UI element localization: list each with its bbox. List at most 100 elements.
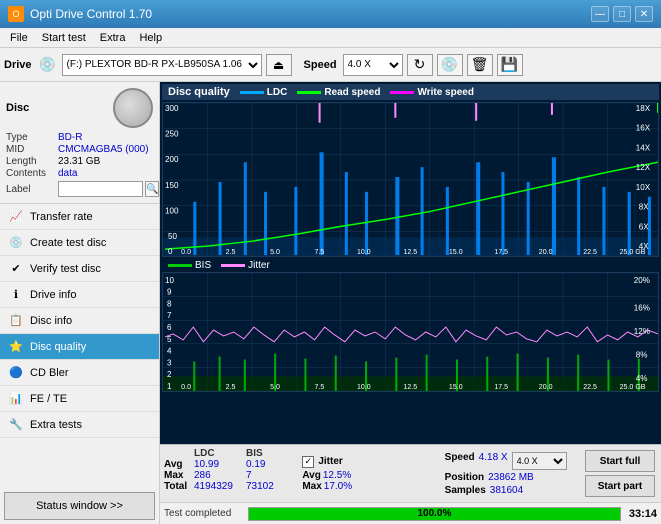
window-controls[interactable]: — □ ✕: [591, 6, 653, 22]
sidebar-item-extra-tests[interactable]: 🔧 Extra tests: [0, 412, 159, 438]
drive-icon: 💿: [38, 55, 58, 75]
svg-text:0.0: 0.0: [181, 384, 191, 391]
length-key: Length: [6, 156, 56, 167]
jitter-legend-color: [221, 264, 245, 267]
jitter-avg-label: Avg: [302, 470, 321, 481]
svg-text:17.5: 17.5: [494, 249, 508, 256]
disc-button[interactable]: 💿: [437, 54, 463, 76]
max-ldc: 286: [194, 470, 244, 481]
maximize-button[interactable]: □: [613, 6, 631, 22]
cd-bler-label: CD Bler: [30, 367, 69, 379]
minimize-button[interactable]: —: [591, 6, 609, 22]
start-part-button[interactable]: Start part: [585, 475, 655, 497]
avg-bis: 0.19: [246, 459, 296, 470]
max-label: Max: [164, 470, 192, 481]
create-test-label: Create test disc: [30, 237, 106, 249]
write-speed-color: [390, 91, 414, 94]
svg-text:200: 200: [165, 155, 179, 164]
position-label: Position: [445, 472, 484, 483]
menu-start-test[interactable]: Start test: [36, 31, 92, 45]
svg-text:8X: 8X: [639, 203, 650, 212]
svg-text:20.0: 20.0: [539, 384, 553, 391]
svg-text:6: 6: [167, 323, 172, 332]
svg-text:12%: 12%: [634, 327, 650, 336]
total-bis: 73102: [246, 481, 296, 492]
svg-text:5.0: 5.0: [270, 249, 280, 256]
sidebar-item-disc-info[interactable]: 📋 Disc info: [0, 308, 159, 334]
disc-quality-label: Disc quality: [30, 341, 86, 353]
svg-text:7: 7: [167, 311, 172, 320]
sidebar-item-create-test-disc[interactable]: 💿 Create test disc: [0, 230, 159, 256]
menu-help[interactable]: Help: [133, 31, 168, 45]
save-button[interactable]: 💾: [497, 54, 523, 76]
extra-tests-label: Extra tests: [30, 419, 82, 431]
lower-chart-svg: 10 9 8 7 6 5 4 3 2 1 20% 16% 12% 8% 4%: [163, 273, 658, 391]
svg-text:15.0: 15.0: [449, 249, 463, 256]
stats-row: LDC BIS Avg 10.99 0.19 Max 286 7 Total 4…: [164, 448, 657, 499]
status-text: Test completed: [164, 508, 244, 519]
svg-text:4%: 4%: [636, 374, 648, 383]
svg-text:8%: 8%: [636, 351, 648, 360]
disc-info-label: Disc info: [30, 315, 72, 327]
upper-chart-svg: 300 250 200 150 100 50 0 18X 16X 14X 12X…: [163, 103, 658, 256]
read-speed-legend: Read speed: [297, 87, 380, 98]
menu-extra[interactable]: Extra: [94, 31, 132, 45]
svg-text:20%: 20%: [634, 276, 650, 285]
svg-text:7.5: 7.5: [315, 384, 325, 391]
svg-text:16X: 16X: [636, 124, 651, 133]
action-buttons: Start full Start part: [583, 448, 657, 499]
eject-button[interactable]: ⏏: [266, 54, 292, 76]
speed-info-value: 4.18 X: [479, 452, 508, 470]
svg-text:100: 100: [165, 207, 179, 216]
ldc-legend-label: LDC: [267, 87, 288, 98]
disc-image: [113, 88, 153, 128]
jitter-checkbox[interactable]: ✓: [302, 456, 314, 468]
svg-text:18X: 18X: [636, 104, 651, 113]
speed-label: Speed: [304, 59, 337, 71]
close-button[interactable]: ✕: [635, 6, 653, 22]
erase-button[interactable]: 🗑: [467, 54, 493, 76]
status-window-button[interactable]: Status window >>: [4, 492, 155, 520]
sidebar: Disc Type BD-R MID CMCMAGBA5 (000) Lengt…: [0, 82, 160, 524]
speed-select[interactable]: 4.0 X: [343, 54, 403, 76]
sidebar-item-transfer-rate[interactable]: 📈 Transfer rate: [0, 204, 159, 230]
svg-text:8: 8: [167, 300, 172, 309]
total-ldc: 4194329: [194, 481, 244, 492]
sidebar-item-cd-bler[interactable]: 🔵 CD Bler: [0, 360, 159, 386]
menu-file[interactable]: File: [4, 31, 34, 45]
label-input[interactable]: [58, 181, 143, 197]
jitter-label: Jitter: [318, 456, 342, 467]
sidebar-item-verify-test-disc[interactable]: ✔ Verify test disc: [0, 256, 159, 282]
svg-text:4: 4: [167, 347, 172, 356]
stats-grid: LDC BIS Avg 10.99 0.19 Max 286 7 Total 4…: [164, 448, 298, 492]
fe-te-label: FE / TE: [30, 393, 67, 405]
disc-title: Disc: [6, 102, 29, 114]
svg-text:10X: 10X: [636, 183, 651, 192]
drive-label: Drive: [4, 59, 32, 71]
verify-test-icon: ✔: [8, 261, 24, 277]
svg-text:12.5: 12.5: [403, 384, 417, 391]
app-title: Opti Drive Control 1.70: [30, 7, 152, 21]
start-full-button[interactable]: Start full: [585, 450, 655, 472]
contents-value: data: [58, 168, 77, 179]
bis-legend: BIS: [168, 260, 211, 271]
total-label: Total: [164, 481, 192, 492]
svg-text:16%: 16%: [634, 303, 650, 312]
sidebar-item-drive-info[interactable]: ℹ Drive info: [0, 282, 159, 308]
ldc-legend-color: [240, 91, 264, 94]
label-browse-button[interactable]: 🔍: [145, 181, 159, 197]
bis-legend-label: BIS: [195, 260, 211, 271]
mid-value: CMCMAGBA5 (000): [58, 144, 149, 155]
svg-text:12.5: 12.5: [403, 249, 417, 256]
refresh-button[interactable]: ↻: [407, 54, 433, 76]
svg-text:1: 1: [167, 382, 172, 391]
svg-text:0.0: 0.0: [181, 249, 191, 256]
disc-quality-icon: ⭐: [8, 339, 24, 355]
drive-select[interactable]: (F:) PLEXTOR BD-R PX-LB950SA 1.06: [62, 54, 262, 76]
sidebar-item-disc-quality[interactable]: ⭐ Disc quality: [0, 334, 159, 360]
samples-value: 381604: [490, 485, 523, 496]
sidebar-item-fe-te[interactable]: 📊 FE / TE: [0, 386, 159, 412]
title-bar: O Opti Drive Control 1.70 — □ ✕: [0, 0, 661, 28]
speed-info-select[interactable]: 4.0 X: [512, 452, 567, 470]
type-key: Type: [6, 132, 56, 143]
